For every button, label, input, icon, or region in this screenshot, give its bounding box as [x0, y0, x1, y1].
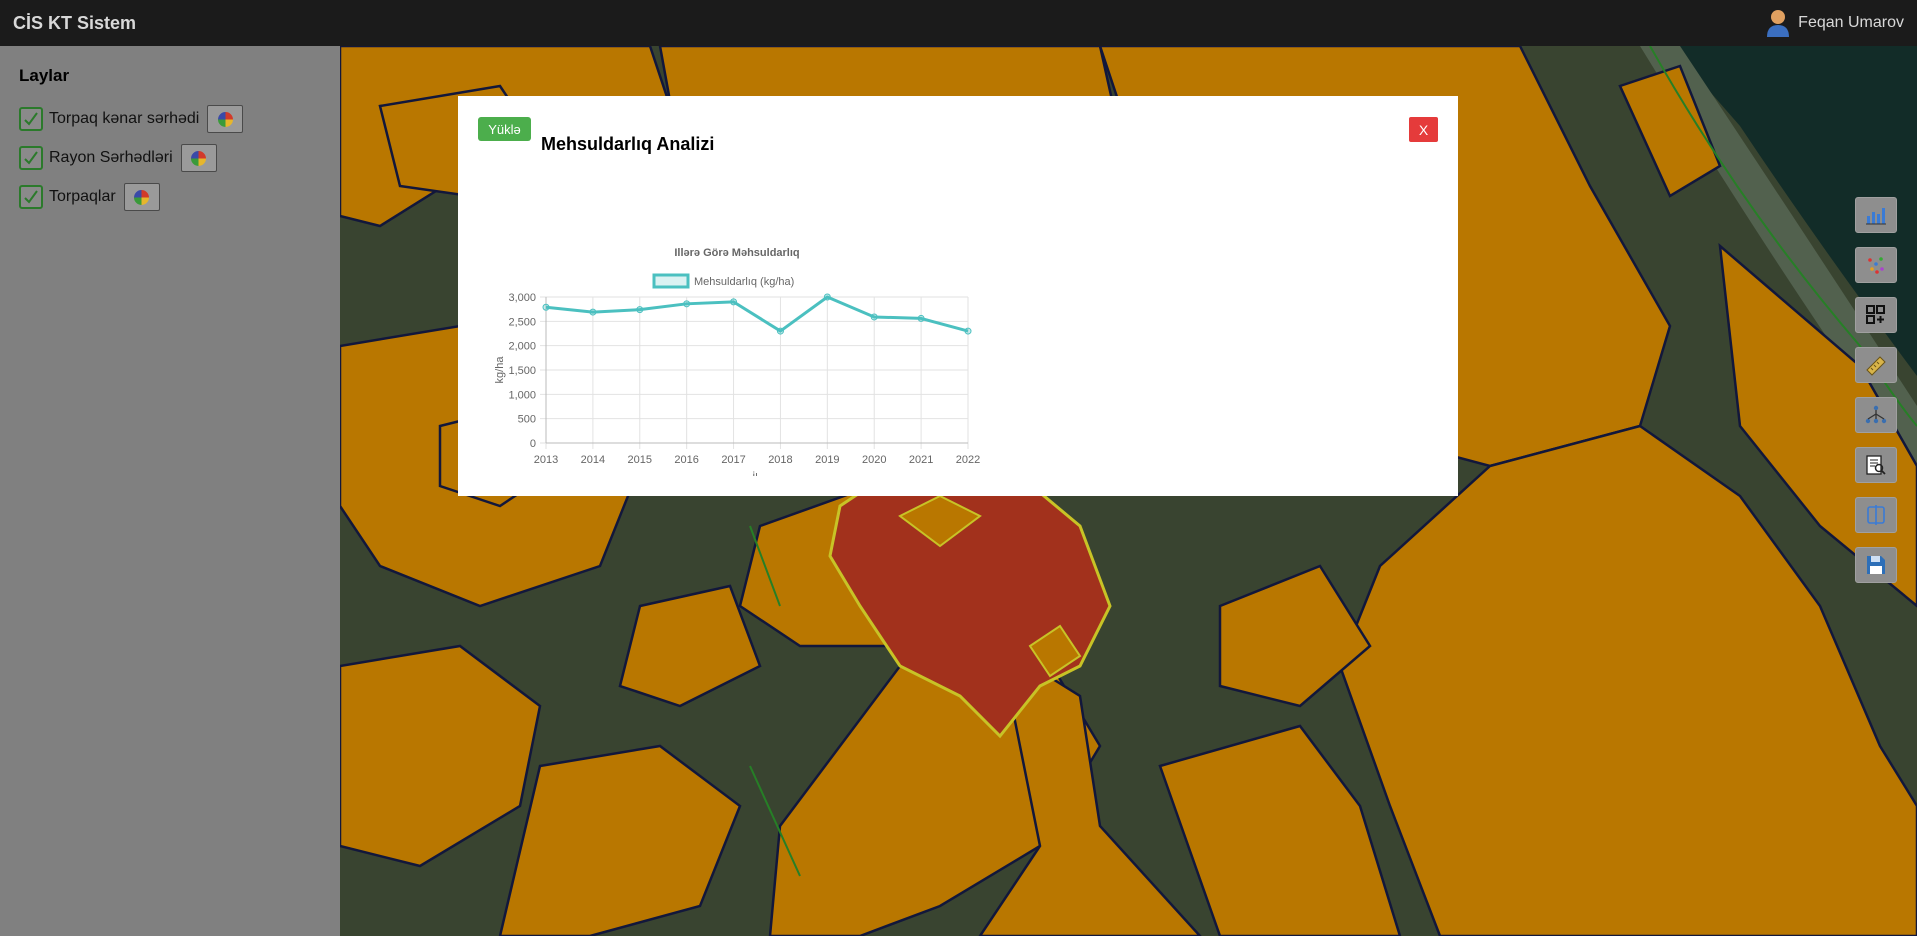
chart-series [542, 293, 972, 335]
layer-label: Torpaqlar [49, 188, 116, 205]
x-tick-label: 2015 [628, 454, 652, 466]
x-axis-title: İl [752, 471, 758, 476]
layer-checkbox[interactable] [19, 185, 43, 209]
layers-title: Laylar [19, 66, 70, 85]
x-axis-tick-labels: 2013 2014 2015 2016 2017 2018 2019 2020 2021 2022 [534, 454, 980, 466]
layers-panel: Laylar Torpaq kənar sərhədi Rayon Sərhəd… [0, 46, 340, 936]
user-menu[interactable]: Feqan Umarov [1764, 8, 1904, 38]
layer-item: Rayon Sərhədləri [19, 143, 321, 173]
series-line [545, 295, 969, 333]
x-tick-label: 2020 [862, 454, 886, 466]
data-point [589, 308, 597, 316]
y-tick-label: 1,500 [508, 365, 536, 377]
color-wheel-icon [217, 111, 233, 127]
compare-button[interactable] [1855, 497, 1897, 533]
ruler-icon [1866, 356, 1886, 376]
chart-analysis-button[interactable] [1855, 197, 1897, 233]
scatter-analysis-button[interactable] [1855, 247, 1897, 283]
report-button[interactable] [1855, 447, 1897, 483]
data-point [870, 313, 878, 321]
network-button[interactable] [1855, 397, 1897, 433]
bar-chart-icon [1866, 208, 1886, 225]
data-point [636, 306, 644, 314]
data-point [823, 293, 831, 301]
check-icon [24, 112, 38, 126]
grid-add-icon [1866, 305, 1885, 324]
color-wheel-icon [134, 189, 150, 205]
layer-style-button[interactable] [180, 144, 217, 172]
x-tick-label: 2013 [534, 454, 558, 466]
add-widget-button[interactable] [1855, 297, 1897, 333]
yield-line-chart: Illərə Görə Məhsuldarlıq Mehsuldarlıq (k… [494, 247, 980, 476]
y-tick-label: 3,000 [508, 292, 536, 304]
layer-label: Torpaq kənar sərhədi [49, 110, 200, 127]
y-axis-title: kg/ha [494, 356, 506, 384]
layer-label: Rayon Sərhədləri [49, 149, 173, 166]
measure-button[interactable] [1855, 347, 1897, 383]
download-button[interactable]: Yüklə [478, 117, 531, 141]
data-point [683, 300, 691, 308]
app-title[interactable]: CİS KT Sistem [13, 13, 136, 34]
y-tick-label: 1,000 [508, 389, 536, 401]
close-button[interactable]: X [1409, 117, 1438, 142]
layer-item: Torpaq kənar sərhədi [19, 104, 321, 134]
data-point [776, 327, 784, 335]
split-view-icon [1867, 505, 1885, 525]
layer-checkbox[interactable] [19, 146, 43, 170]
data-point [964, 327, 972, 335]
data-point [542, 303, 550, 311]
y-axis-tick-labels: 0 500 1,000 1,500 2,000 2,500 3,000 [508, 292, 536, 450]
x-tick-label: 2019 [815, 454, 839, 466]
report-search-icon [1866, 455, 1886, 475]
x-tick-label: 2016 [674, 454, 698, 466]
save-icon [1867, 556, 1885, 574]
legend-swatch [652, 273, 690, 289]
layer-item: Torpaqlar [19, 182, 321, 212]
y-tick-label: 2,500 [508, 316, 536, 328]
legend-label: Mehsuldarlıq (kg/ha) [694, 276, 794, 288]
user-name: Feqan Umarov [1798, 14, 1904, 31]
chart-legend: Mehsuldarlıq (kg/ha) [652, 273, 794, 289]
x-tick-label: 2014 [581, 454, 605, 466]
data-point [917, 314, 925, 322]
x-tick-label: 2018 [768, 454, 792, 466]
modal-title: Mehsuldarlıq Analizi [541, 134, 715, 154]
data-point [730, 298, 738, 306]
x-tick-label: 2022 [956, 454, 980, 466]
tree-icon [1865, 405, 1887, 424]
scatter-icon [1868, 257, 1884, 274]
layer-style-button[interactable] [123, 183, 160, 211]
chart-title: Illərə Görə Məhsuldarlıq [674, 247, 799, 259]
layer-checkbox[interactable] [19, 107, 43, 131]
top-navbar: CİS KT Sistem Feqan Umarov [0, 0, 1917, 46]
chart-grid [540, 296, 969, 449]
check-icon [24, 190, 38, 204]
y-tick-label: 0 [530, 438, 536, 450]
map-toolbar [1855, 197, 1897, 597]
check-icon [24, 151, 38, 165]
y-tick-label: 500 [518, 414, 536, 426]
y-tick-label: 2,000 [508, 341, 536, 353]
layer-style-button[interactable] [207, 105, 244, 133]
color-wheel-icon [191, 150, 207, 166]
x-tick-label: 2017 [721, 454, 745, 466]
x-tick-label: 2021 [909, 454, 933, 466]
save-button[interactable] [1855, 547, 1897, 583]
analysis-modal: Yüklə X Mehsuldarlıq Analizi Illərə Görə… [458, 96, 1458, 496]
user-avatar-icon [1764, 8, 1792, 38]
